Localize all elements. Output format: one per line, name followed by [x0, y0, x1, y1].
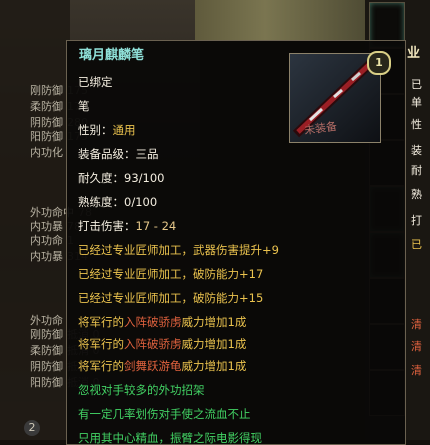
stat-label: 阳防御 — [30, 376, 63, 389]
attribute-line: 耐久度：93/100 — [78, 171, 165, 185]
compare-line: 已 — [411, 78, 422, 91]
attribute-line: 已经过专业匠师加工，破防能力+17 — [78, 267, 264, 281]
attribute-line: 将军行的剑舞跃游龟威力增加1成 — [78, 359, 246, 373]
stat-label: 柔防御 — [30, 344, 63, 357]
stat-label: 阴防御 — [30, 360, 63, 373]
stat-label: 内功暴 — [30, 250, 63, 263]
attribute-line: 将军行的入阵破骄虏威力增加1成 — [78, 315, 246, 329]
skill-bonus: 威力增加1成 — [181, 359, 247, 373]
stat-row: 内功化 — [30, 146, 67, 159]
attribute-line: 有一定几率划伤对手使之流血不止 — [78, 407, 251, 421]
skill-bonus: 威力增加1成 — [181, 315, 247, 329]
compare-line: 性 — [411, 118, 422, 131]
item-name: 璃月麒麟笔 — [79, 48, 145, 63]
attribute-label: 打击伤害： — [78, 219, 136, 233]
attribute-line: 已绑定 — [78, 75, 113, 89]
stat-label: 刚防御 — [30, 84, 63, 97]
compare-line: 清 — [411, 340, 422, 353]
stat-label: 内功化 — [30, 146, 63, 159]
attribute-line: 只用其中心精血，振臂之际电影得现 — [78, 431, 262, 445]
compare-line: 清 — [411, 318, 422, 331]
skill-name: 入阵破骄虏 — [124, 315, 182, 329]
skill-owner: 将军行的 — [78, 337, 124, 351]
attribute-line: 已经过专业匠师加工，破防能力+15 — [78, 291, 264, 305]
attribute-line: 忽视对手较多的外功招架 — [78, 383, 205, 397]
stat-label: 刚防御 — [30, 328, 63, 341]
compare-line: 清 — [411, 364, 422, 377]
stat-label: 内功命 — [30, 234, 63, 247]
compare-line: 耐 — [411, 164, 422, 177]
skill-owner: 将军行的 — [78, 315, 124, 329]
stat-label: 内功暴 — [30, 220, 63, 233]
stat-label: 柔防御 — [30, 100, 63, 113]
hotkey-badge: 2 — [24, 420, 40, 436]
compare-line: 熟 — [411, 188, 422, 201]
attribute-line: 打击伤害：17 - 24 — [78, 219, 176, 233]
scene-background-top — [195, 0, 370, 40]
compare-line: 打 — [411, 214, 422, 227]
attribute-line: 将军行的入阵破骄虏威力增加1成 — [78, 337, 246, 351]
stat-label: 阳防御 — [30, 130, 63, 143]
stat-label: 阴防御 — [30, 116, 63, 129]
attribute-line: 性别：通用 — [78, 123, 136, 137]
compare-line: 装 — [411, 144, 422, 157]
skill-name: 剑舞跃游龟 — [124, 359, 182, 373]
attribute-line: 已经过专业匠师加工，武器伤害提升+9 — [78, 243, 279, 257]
attribute-line: 笔 — [78, 99, 90, 113]
stat-row: 外功命 — [30, 314, 67, 327]
compare-line: 已 — [411, 238, 422, 251]
item-tooltip: 璃月麒麟笔 未装备 1 已绑定笔性别：通用 装备品级：三品 耐久度：93/100 熟练… — [66, 40, 406, 445]
attribute-label: 性别： — [78, 123, 113, 137]
skill-bonus: 威力增加1成 — [181, 337, 247, 351]
skill-owner: 将军行的 — [78, 359, 124, 373]
attribute-value: 17 - 24 — [135, 219, 177, 233]
compare-line: 单 — [411, 96, 422, 109]
item-level-badge: 1 — [367, 51, 391, 75]
attribute-line: 装备品级：三品 — [78, 147, 159, 161]
skill-name: 入阵破骄虏 — [124, 337, 182, 351]
stat-label: 外功命 — [30, 314, 63, 327]
attribute-value: 通用 — [112, 123, 136, 137]
attribute-line: 熟练度：0/100 — [78, 195, 158, 209]
compare-tooltip-title: 业 — [407, 46, 421, 61]
